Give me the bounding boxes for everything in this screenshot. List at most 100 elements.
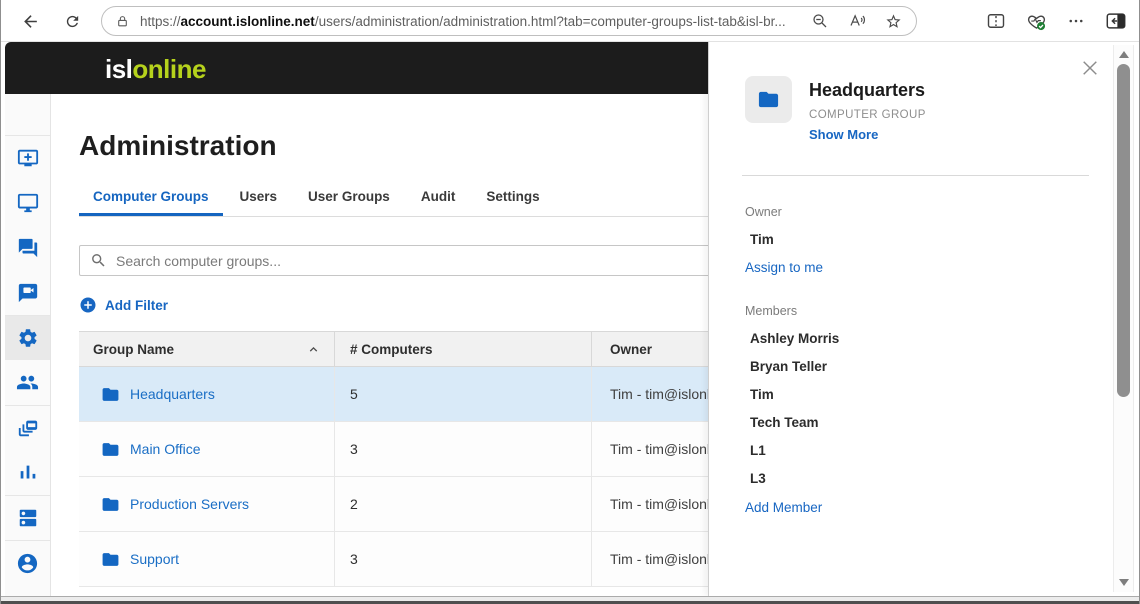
logo-isl-text: isl — [105, 54, 132, 84]
sidebar-item-computers[interactable] — [5, 180, 50, 225]
panel-header: Headquarters COMPUTER GROUP Show More — [745, 76, 1077, 142]
computer-count-cell: 2 — [334, 477, 591, 531]
member-item: L1 — [750, 443, 1077, 458]
read-aloud-icon[interactable] — [848, 12, 866, 30]
computer-count-cell: 3 — [334, 422, 591, 476]
tab-audit[interactable]: Audit — [407, 189, 470, 216]
tab-users[interactable]: Users — [226, 189, 292, 216]
sidebar-item-users[interactable] — [5, 360, 50, 405]
owner-section-label: Owner — [745, 205, 1077, 219]
search-input[interactable] — [116, 253, 708, 269]
url-path: /users/administration/administration.htm… — [315, 14, 786, 29]
window-bottom-edge — [1, 596, 1139, 604]
table-header: Group Name # Computers Owner — [79, 331, 708, 367]
column-header-owner[interactable]: Owner — [591, 332, 708, 366]
computer-groups-table: Group Name # Computers Owner Headquarter… — [79, 331, 708, 596]
owner-cell: Tim - tim@islonli — [591, 532, 708, 586]
member-item: Tim — [750, 387, 1077, 402]
add-filter-label: Add Filter — [105, 298, 168, 313]
tab-computer-groups[interactable]: Computer Groups — [79, 189, 223, 216]
members-list: Ashley MorrisBryan TellerTimTech TeamL1L… — [745, 331, 1077, 486]
split-screen-icon[interactable] — [986, 11, 1006, 31]
add-member-link[interactable]: Add Member — [745, 500, 822, 515]
table-body: Headquarters 5 Tim - tim@islonli Main Of… — [79, 367, 708, 596]
sidebar-item-reports[interactable] — [5, 450, 50, 495]
server-icon — [17, 507, 39, 529]
group-name-cell: Headquarters — [79, 367, 334, 421]
detail-panel: Headquarters COMPUTER GROUP Show More Ow… — [708, 42, 1140, 596]
folder-icon — [101, 550, 120, 569]
lock-icon — [116, 15, 129, 28]
owner-cell: Tim - tim@islonli — [591, 422, 708, 476]
sort-ascending-icon — [307, 343, 320, 356]
panel-divider — [742, 175, 1089, 176]
refresh-icon — [64, 13, 81, 30]
assign-to-me-link[interactable]: Assign to me — [745, 260, 823, 275]
owner-cell: Tim - tim@islonli — [591, 367, 708, 421]
panel-scrollbar[interactable] — [1113, 45, 1134, 592]
arrow-left-icon — [21, 12, 40, 31]
search-box[interactable] — [79, 245, 708, 276]
group-name-cell: Main Office — [79, 422, 334, 476]
computer-count-cell: 5 — [334, 367, 591, 421]
folder-icon — [101, 385, 120, 404]
owner-name: Tim — [750, 232, 1077, 247]
table-row[interactable]: Production Servers 2 Tim - tim@islonli — [79, 477, 708, 532]
app-header: islonline — [5, 42, 708, 94]
tab-bar: Computer GroupsUsersUser GroupsAuditSett… — [79, 189, 708, 217]
tab-user-groups[interactable]: User Groups — [294, 189, 404, 216]
add-filter-button[interactable]: Add Filter — [79, 296, 168, 314]
table-row[interactable]: Main Office 3 Tim - tim@islonli — [79, 422, 708, 477]
scrollbar-thumb[interactable] — [1117, 64, 1130, 397]
folder-icon — [101, 495, 120, 514]
sidebar-item-sessions[interactable] — [5, 405, 50, 450]
table-row — [79, 587, 708, 596]
page-title: Administration — [79, 130, 708, 162]
chat-icon — [17, 237, 39, 259]
main-content: Administration Computer GroupsUsersUser … — [51, 94, 708, 596]
sidebar-item-video-call[interactable] — [5, 270, 50, 315]
sidebar-item-servers[interactable] — [5, 495, 50, 540]
group-name-cell: Production Servers — [79, 477, 334, 531]
people-icon — [16, 371, 39, 394]
scroll-up-arrow-icon[interactable] — [1119, 51, 1129, 58]
column-header-group-name[interactable]: Group Name — [79, 332, 334, 366]
address-bar[interactable]: https://account.islonline.net/users/admi… — [101, 6, 917, 36]
browser-window: https://account.islonline.net/users/admi… — [0, 0, 1140, 604]
gear-icon — [17, 327, 39, 349]
close-icon[interactable] — [1081, 59, 1099, 77]
url-text: https://account.islonline.net/users/admi… — [140, 14, 792, 29]
folder-icon — [757, 88, 780, 111]
logo-online-text: online — [132, 54, 206, 84]
refresh-button[interactable] — [57, 7, 87, 35]
copilot-sidebar-icon[interactable] — [1105, 10, 1127, 32]
table-row[interactable]: Support 3 Tim - tim@islonli — [79, 532, 708, 587]
group-name-link[interactable]: Main Office — [130, 441, 201, 457]
member-item: L3 — [750, 471, 1077, 486]
toolbar-actions — [986, 7, 1127, 35]
plus-circle-icon — [79, 296, 97, 314]
more-menu-icon[interactable] — [1067, 12, 1085, 30]
group-name-link[interactable]: Headquarters — [130, 386, 215, 402]
zoom-out-icon[interactable] — [811, 12, 829, 30]
sidebar-item-add-computer[interactable] — [5, 135, 50, 180]
account-circle-icon — [16, 552, 39, 575]
members-section-label: Members — [745, 304, 1077, 318]
table-row[interactable]: Headquarters 5 Tim - tim@islonli — [79, 367, 708, 422]
sidebar-item-account[interactable] — [5, 540, 50, 585]
favorite-star-icon[interactable] — [885, 13, 902, 30]
column-header-computers[interactable]: # Computers — [334, 332, 591, 366]
show-more-link[interactable]: Show More — [809, 127, 878, 142]
group-name-link[interactable]: Production Servers — [130, 496, 249, 512]
scroll-down-arrow-icon[interactable] — [1119, 579, 1129, 586]
back-button[interactable] — [15, 7, 45, 35]
tab-settings[interactable]: Settings — [472, 189, 553, 216]
sidebar-item-chat[interactable] — [5, 225, 50, 270]
browser-toolbar: https://account.islonline.net/users/admi… — [1, 0, 1139, 42]
browser-essentials-icon[interactable] — [1026, 11, 1047, 32]
isl-online-logo[interactable]: islonline — [105, 42, 206, 94]
stacked-windows-icon — [17, 417, 39, 439]
sidebar-item-administration[interactable] — [5, 315, 50, 360]
group-name-link[interactable]: Support — [130, 551, 179, 567]
computer-count-cell: 3 — [334, 532, 591, 586]
